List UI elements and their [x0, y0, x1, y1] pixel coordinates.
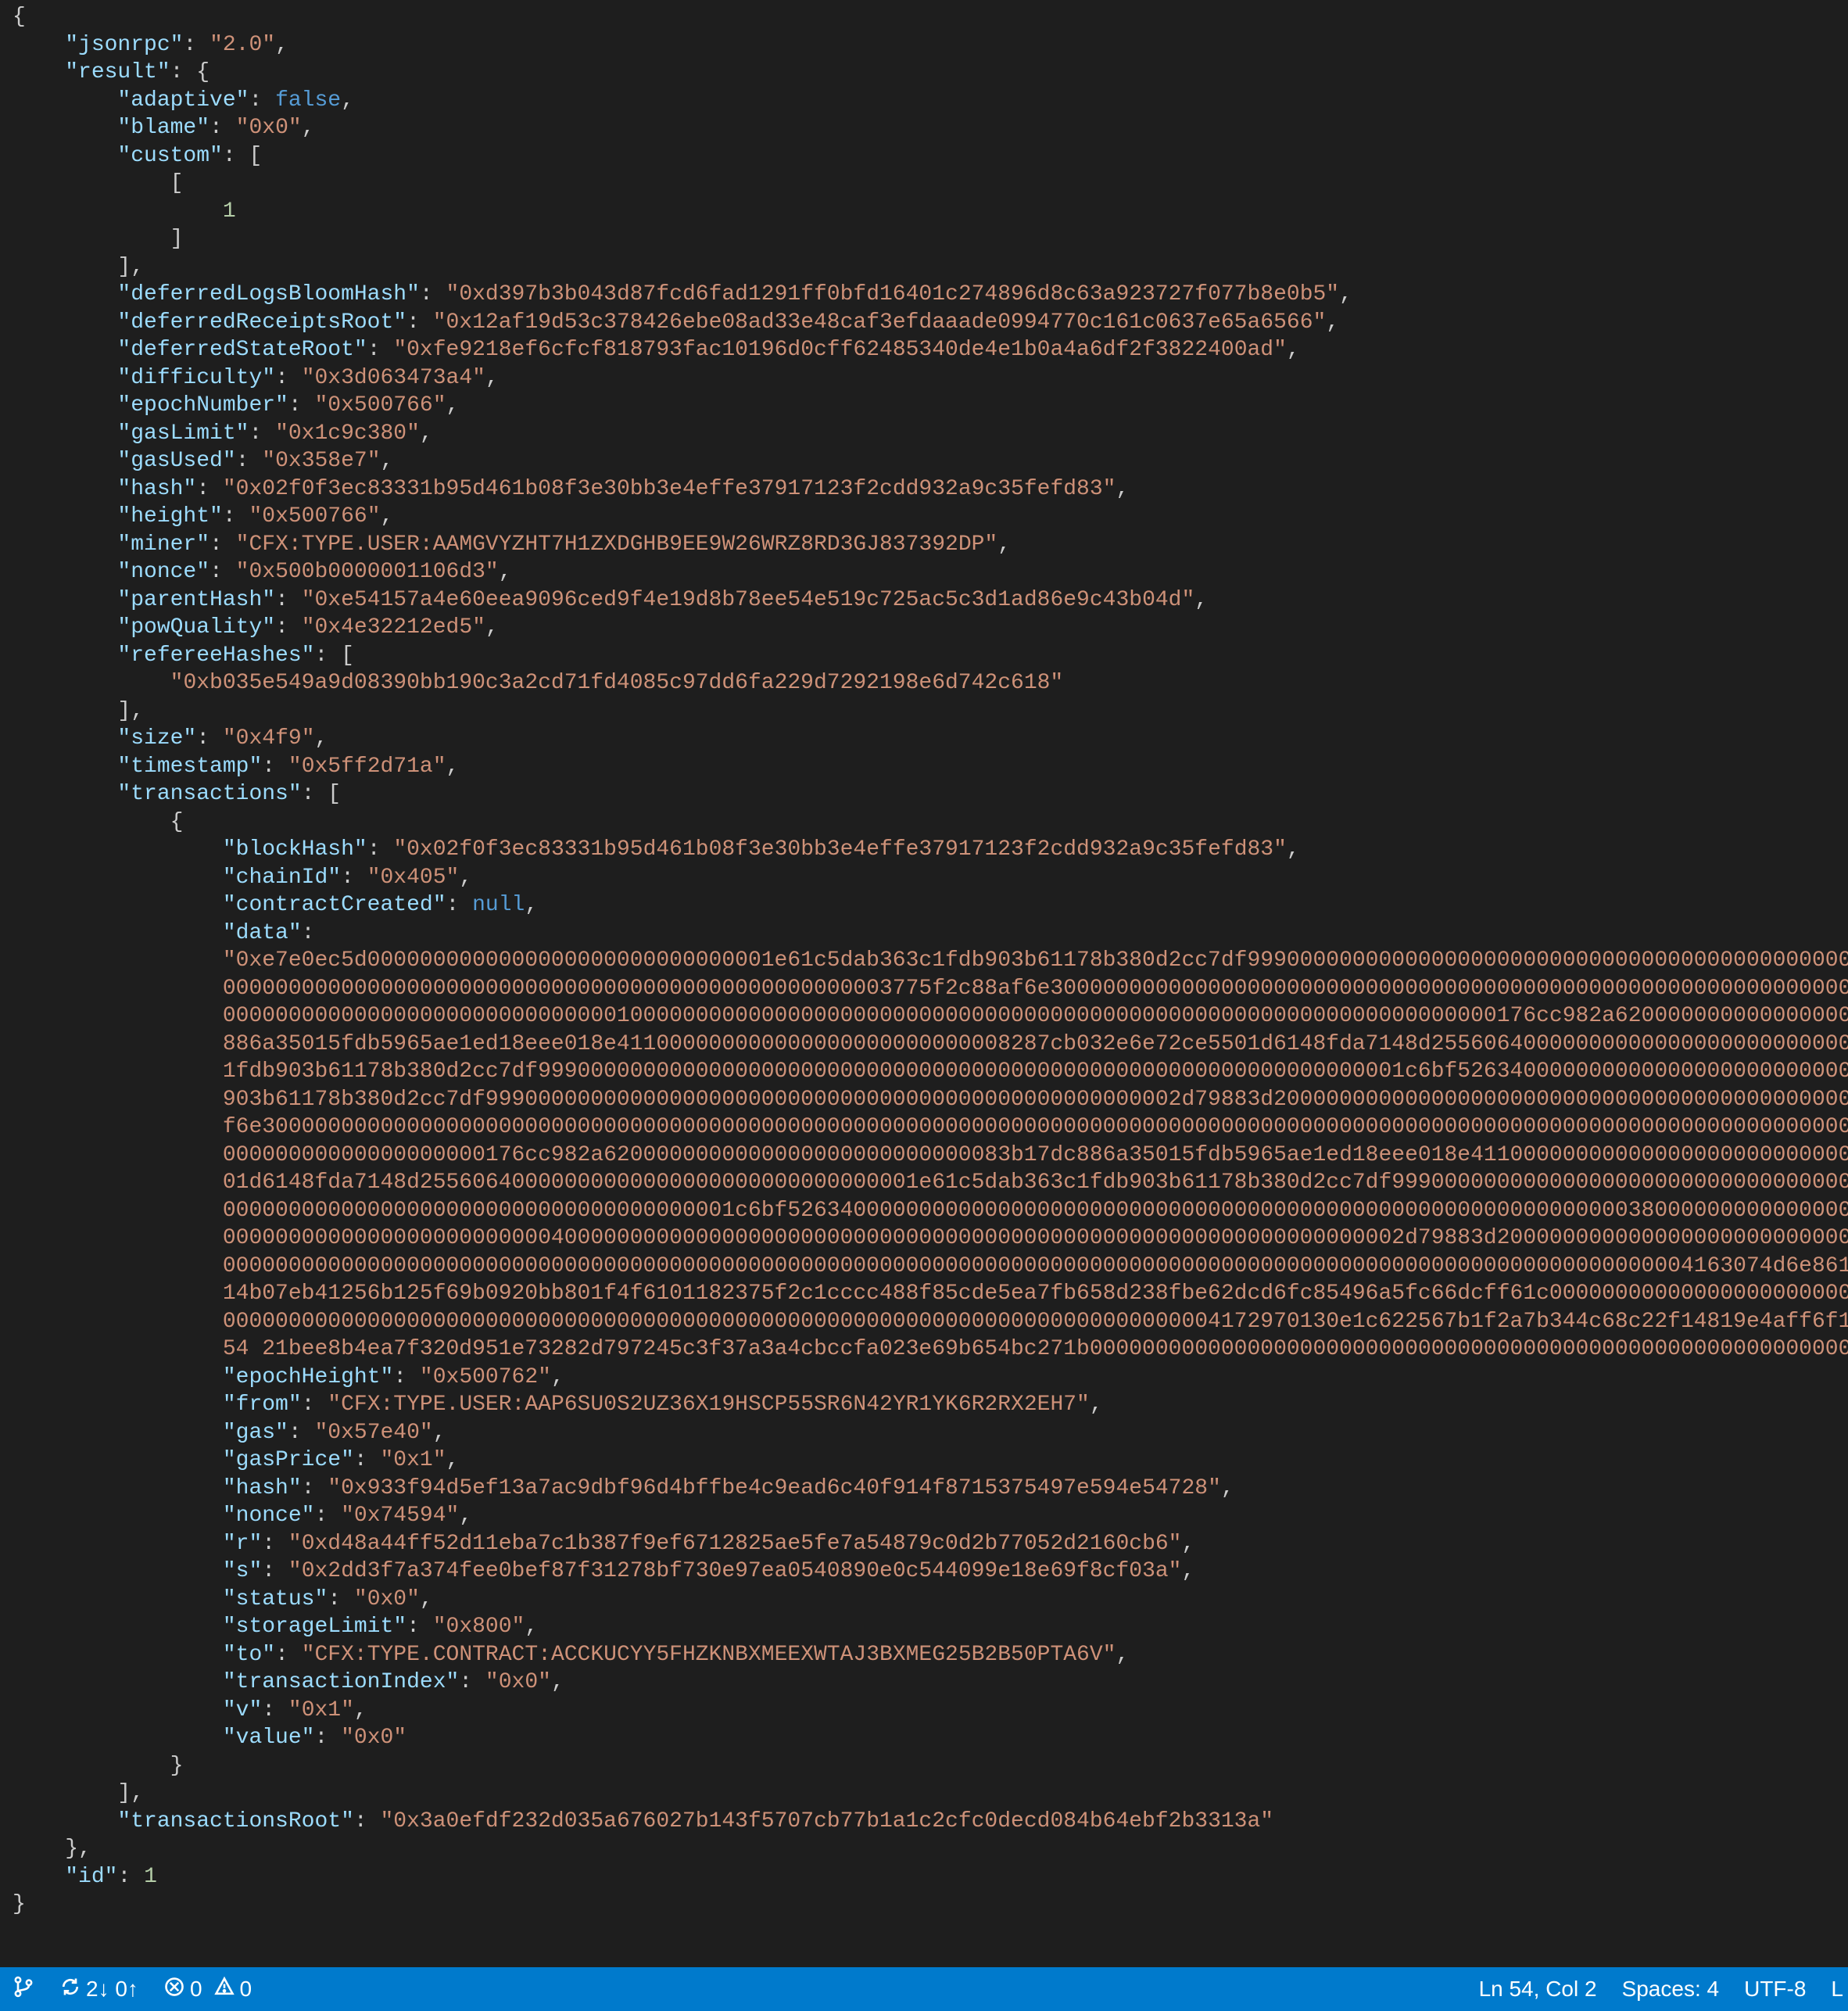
eol[interactable]: L [1818, 1967, 1848, 2011]
problems-button[interactable]: 0 0 [151, 1967, 264, 2011]
encoding[interactable]: UTF-8 [1732, 1967, 1818, 2011]
git-branch-icon [13, 1976, 34, 2003]
code-editor[interactable]: { "jsonrpc": "2.0", "result": { "adaptiv… [0, 0, 1848, 1967]
cursor-position[interactable]: Ln 54, Col 2 [1467, 1967, 1610, 2011]
git-branch-button[interactable] [0, 1967, 47, 2011]
error-icon [163, 1976, 185, 2003]
indentation[interactable]: Spaces: 4 [1610, 1967, 1732, 2011]
warning-count: 0 [240, 1977, 252, 2002]
error-count: 0 [190, 1977, 202, 2002]
status-bar: 2↓ 0↑ 0 0 Ln 54, Col 2 Spaces: 4 UTF-8 [0, 1967, 1848, 2011]
sync-status[interactable]: 2↓ 0↑ [47, 1967, 151, 2011]
sync-label: 2↓ 0↑ [86, 1977, 138, 2002]
sync-icon [59, 1976, 81, 2003]
warning-icon [213, 1976, 235, 2003]
